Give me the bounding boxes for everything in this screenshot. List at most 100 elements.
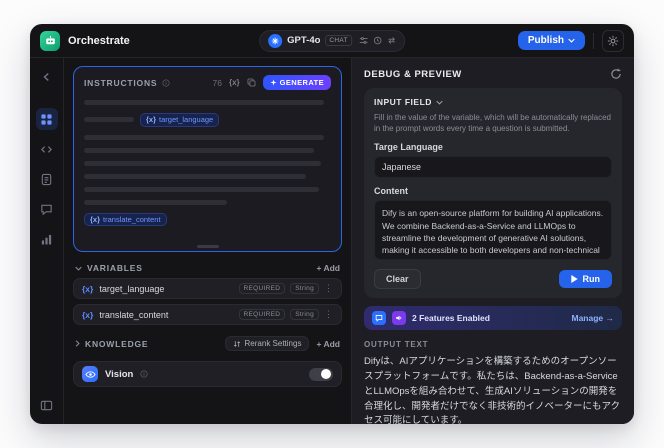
resize-handle[interactable] <box>196 245 219 248</box>
nav-item-monitoring[interactable] <box>36 228 58 250</box>
prompt-line: {x} translate_content <box>84 212 331 226</box>
nav-item-api[interactable] <box>36 138 58 160</box>
char-count: 76 <box>212 77 222 88</box>
run-button[interactable]: Run <box>558 270 612 289</box>
info-icon <box>162 78 170 87</box>
nav-item-logs[interactable] <box>36 168 58 190</box>
skeleton-line <box>84 173 307 179</box>
content-textarea[interactable]: Dify is an open-source platform for buil… <box>374 200 612 261</box>
prompt-line: {x} target_language <box>84 113 331 127</box>
page-title: Orchestrate <box>68 34 130 47</box>
manage-features-button[interactable]: Manage → <box>571 313 614 323</box>
input-field-header[interactable]: INPUT FIELD <box>374 97 612 107</box>
bar-chart-icon <box>40 233 53 246</box>
publish-button[interactable]: Publish <box>517 31 585 50</box>
vision-icon <box>82 366 98 382</box>
variables-title: VARIABLES <box>87 263 143 273</box>
input-field-card: INPUT FIELD Fill in the value of the var… <box>364 88 622 299</box>
app-window: Orchestrate GPT-4o CHAT Publish INSTRUCT… <box>30 24 634 424</box>
sort-icon <box>233 340 241 348</box>
layout-icon <box>40 399 53 412</box>
model-param-icons <box>359 36 396 45</box>
variable-name: translate_content <box>99 309 169 320</box>
variable-row-translate-content[interactable]: {x} translate_content REQUIRED String ⋮ <box>73 304 342 325</box>
vision-label: Vision <box>105 368 134 380</box>
info-icon <box>140 370 148 378</box>
row-menu-icon[interactable]: ⋮ <box>324 310 333 319</box>
feature-tts-icon <box>392 311 406 326</box>
document-icon <box>40 173 53 186</box>
chevron-right-icon[interactable] <box>75 340 80 347</box>
row-menu-icon[interactable]: ⋮ <box>324 284 333 293</box>
skeleton-line <box>84 100 324 105</box>
play-icon <box>570 275 578 284</box>
input-field-title: INPUT FIELD <box>374 97 432 107</box>
eye-icon <box>84 369 96 380</box>
debug-header: DEBUG & PREVIEW <box>364 68 622 80</box>
required-badge: REQUIRED <box>238 283 286 294</box>
chevron-down-icon <box>568 38 575 43</box>
variable-chip-target-language[interactable]: {x} target_language <box>140 113 220 127</box>
app-icon[interactable] <box>40 30 60 51</box>
output-title: OUTPUT TEXT <box>364 340 429 350</box>
refresh-icon[interactable] <box>610 68 622 80</box>
nav-item-orchestrate[interactable] <box>35 108 58 130</box>
skeleton-line <box>84 117 134 123</box>
openai-icon <box>268 33 283 48</box>
add-knowledge-button[interactable]: + Add <box>316 339 340 349</box>
skeleton-line <box>84 160 322 166</box>
publish-label: Publish <box>527 35 564 46</box>
chevron-down-icon[interactable] <box>75 266 82 271</box>
instructions-panel[interactable]: INSTRUCTIONS 76 {x} GENERATE {x} target_… <box>73 66 342 252</box>
grid-icon <box>40 113 53 126</box>
vision-feature-row: Vision <box>73 361 342 387</box>
target-language-input[interactable]: Japanese <box>374 156 612 179</box>
type-badge: String <box>290 283 319 294</box>
model-selector[interactable]: GPT-4o CHAT <box>259 29 405 52</box>
chevron-down-icon <box>436 100 443 105</box>
model-mode-badge: CHAT <box>325 35 352 46</box>
vision-toggle[interactable] <box>309 367 333 381</box>
model-name: GPT-4o <box>287 35 321 46</box>
target-language-label: Targe Language <box>374 142 443 153</box>
toggle-knob <box>321 369 331 379</box>
variable-row-target-language[interactable]: {x} target_language REQUIRED String ⋮ <box>73 278 342 299</box>
skeleton-line <box>84 186 319 192</box>
gear-icon <box>607 35 619 47</box>
features-enabled-label: 2 Features Enabled <box>412 313 490 324</box>
sparkle-icon <box>270 79 277 86</box>
swap-icon[interactable] <box>387 36 396 45</box>
features-bar: 2 Features Enabled Manage → <box>364 306 622 331</box>
variable-prefix: {x} <box>146 115 157 124</box>
variable-name: target_language <box>99 283 165 294</box>
variable-insert-icon[interactable]: {x} <box>229 78 240 87</box>
history-icon[interactable] <box>373 36 382 45</box>
collapse-panel-button[interactable] <box>36 394 58 416</box>
generate-button[interactable]: GENERATE <box>262 75 331 90</box>
variable-chip-translate-content[interactable]: {x} translate_content <box>84 212 167 226</box>
chat-bubble-icon <box>40 203 53 216</box>
code-icon <box>40 143 53 156</box>
knowledge-title: KNOWLEDGE <box>85 338 149 349</box>
divider <box>593 32 594 49</box>
skeleton-line <box>84 134 324 140</box>
nav-item-annotations[interactable] <box>36 198 58 220</box>
back-button[interactable] <box>36 66 58 88</box>
copy-icon[interactable] <box>247 78 256 87</box>
type-badge: String <box>290 309 319 320</box>
required-badge: REQUIRED <box>238 309 286 320</box>
variables-header: VARIABLES + Add <box>73 263 342 273</box>
top-bar: Orchestrate GPT-4o CHAT Publish <box>30 24 634 58</box>
add-variable-button[interactable]: + Add <box>316 263 340 273</box>
settings-button[interactable] <box>602 29 624 52</box>
variable-prefix: {x} <box>82 309 94 320</box>
feature-chat-icon <box>372 311 386 326</box>
clear-button[interactable]: Clear <box>374 269 421 290</box>
back-arrow-icon <box>41 71 53 83</box>
rerank-label: Rerank Settings <box>244 339 302 348</box>
instructions-header: INSTRUCTIONS 76 {x} GENERATE <box>84 75 331 90</box>
robot-icon <box>44 34 57 47</box>
rerank-settings-button[interactable]: Rerank Settings <box>224 336 310 351</box>
input-field-description: Fill in the value of the variable, which… <box>374 113 612 134</box>
sliders-icon[interactable] <box>359 36 368 45</box>
